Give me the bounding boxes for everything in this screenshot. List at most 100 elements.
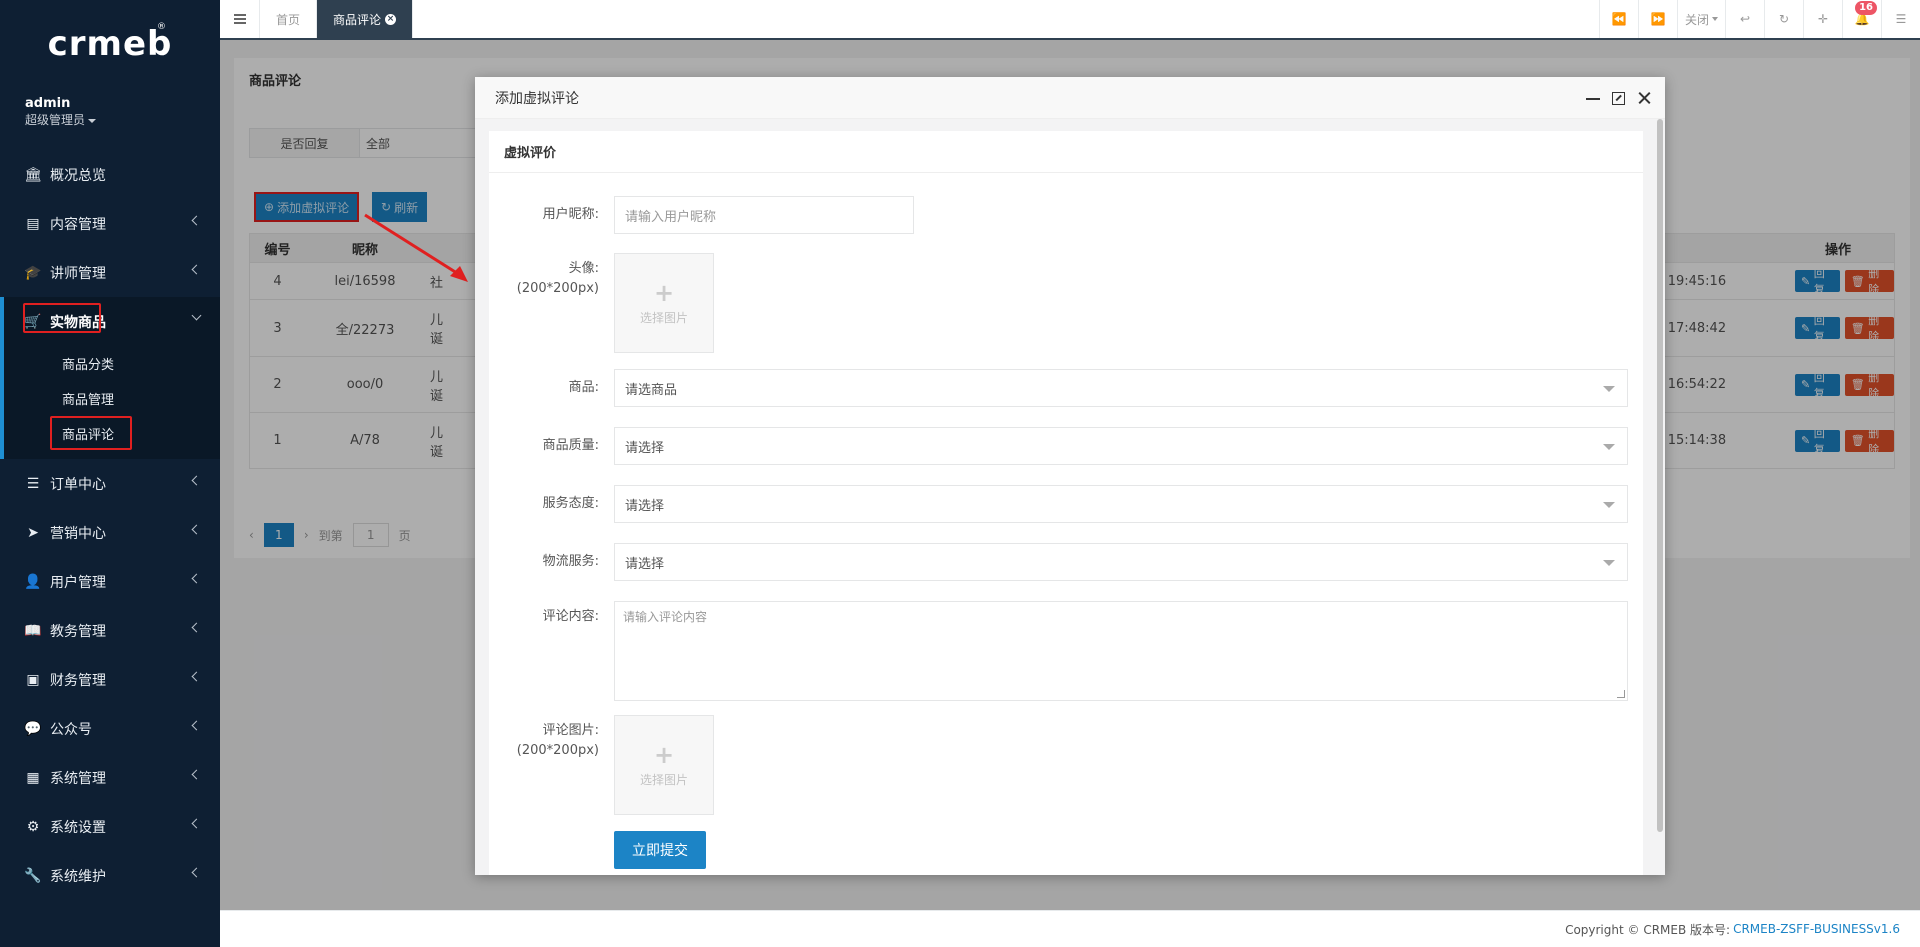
sidebar-item-label: 系统设置: [50, 819, 106, 836]
newspaper-icon: ▤: [26, 215, 40, 232]
sidebar-item-label: 订单中心: [50, 476, 106, 493]
chevron-left-icon: [191, 573, 202, 584]
sidebar-item-overview[interactable]: 🏛 概况总览: [0, 150, 220, 199]
notification-badge: 16: [1855, 1, 1877, 15]
undo-icon: ↩: [1739, 12, 1751, 26]
nickname-input[interactable]: 请输入用户昵称: [614, 196, 914, 234]
user-profile[interactable]: admin 超级管理员: [0, 88, 220, 150]
chevron-left-icon: [191, 524, 202, 535]
move-icon: ✛: [1817, 12, 1829, 26]
double-right-icon: ⏩: [1650, 12, 1666, 26]
product-label: 商品:: [568, 380, 599, 395]
refresh-page-button[interactable]: ↻: [1764, 0, 1803, 38]
modal-scrollbar[interactable]: [1655, 119, 1665, 875]
chevron-left-icon: [191, 720, 202, 731]
back-button[interactable]: ↩: [1725, 0, 1764, 38]
profile-role-label: 超级管理员: [25, 113, 86, 127]
menu-toggle-button[interactable]: [220, 0, 260, 38]
add-review-modal: 添加虚拟评论 虚拟评价 用户昵称: 请输入用户昵称 头像: (200*200px…: [475, 77, 1665, 875]
quality-label: 商品质量:: [542, 438, 599, 453]
sidebar-item-maintenance[interactable]: 🔧 系统维护: [0, 851, 220, 900]
version-link[interactable]: CRMEB-ZSFF-BUSINESSv1.6: [1733, 922, 1900, 936]
notifications-button[interactable]: 🔔 16: [1842, 0, 1881, 38]
minimize-icon[interactable]: [1586, 91, 1600, 105]
content-textarea[interactable]: 请输入评论内容: [614, 601, 1628, 701]
modal-scrollbar-thumb[interactable]: [1657, 119, 1663, 832]
copyright-text: Copyright © CRMEB 版本号:: [1565, 922, 1731, 937]
sidebar-sub-item-category[interactable]: 商品分类: [4, 346, 220, 381]
caret-down-icon: [1712, 17, 1718, 21]
sidebar-item-label: 用户管理: [50, 574, 106, 591]
product-select-value: 请选商品: [625, 382, 678, 398]
hamburger-icon: [233, 14, 246, 24]
logistics-select[interactable]: 请选择: [614, 543, 1628, 581]
review-images-upload[interactable]: + 选择图片: [614, 715, 714, 815]
sidebar-item-content[interactable]: ▤ 内容管理: [0, 199, 220, 248]
images-label-text: 评论图片:: [542, 723, 599, 738]
product-select[interactable]: 请选商品: [614, 369, 1628, 407]
dropdown-arrow-icon: [1603, 560, 1615, 566]
profile-role[interactable]: 超级管理员: [25, 112, 220, 128]
quality-select-value: 请选择: [625, 440, 665, 456]
fullscreen-button[interactable]: ✛: [1803, 0, 1842, 38]
close-tabs-dropdown[interactable]: 关闭: [1677, 0, 1725, 38]
book-icon: 📖: [24, 622, 42, 639]
dropdown-arrow-icon: [1603, 386, 1615, 392]
maximize-icon[interactable]: [1612, 91, 1625, 105]
sidebar-item-wechat[interactable]: 💬 公众号: [0, 704, 220, 753]
sidebar-sub-item-products[interactable]: 商品管理: [4, 381, 220, 416]
sidebar-item-finance[interactable]: ▣ 财务管理: [0, 655, 220, 704]
modal-title: 添加虚拟评论: [495, 90, 579, 107]
sidebar-item-system[interactable]: ▦ 系统管理: [0, 753, 220, 802]
sidebar-item-teachers[interactable]: 🎓 讲师管理: [0, 248, 220, 297]
sidebar-item-users[interactable]: 👤 用户管理: [0, 557, 220, 606]
close-tabs-label: 关闭: [1684, 12, 1709, 27]
chevron-left-icon: [191, 475, 202, 486]
scroll-tabs-left-button[interactable]: ⏪: [1599, 0, 1638, 38]
resize-grip-icon[interactable]: [1617, 690, 1625, 698]
logo-registered-mark: ®: [157, 22, 166, 32]
sidebar-item-label: 教务管理: [50, 623, 106, 640]
content-placeholder: 请输入评论内容: [623, 610, 708, 624]
topbar-actions: ⏪ ⏩ 关闭 ↩ ↻ ✛ 🔔 16 ☰: [1599, 0, 1920, 38]
tab-home[interactable]: 首页: [260, 0, 318, 38]
scroll-tabs-right-button[interactable]: ⏩: [1638, 0, 1677, 38]
modal-header: 添加虚拟评论: [475, 77, 1665, 119]
sidebar-item-settings[interactable]: ⚙ 系统设置: [0, 802, 220, 851]
settings-menu-button[interactable]: ☰: [1881, 0, 1920, 38]
submit-button[interactable]: 立即提交: [614, 831, 706, 869]
avatar-upload[interactable]: + 选择图片: [614, 253, 714, 353]
avatar-label-text: 头像:: [568, 261, 599, 276]
logo-text: crmeb: [47, 24, 173, 64]
sidebar-item-academic[interactable]: 📖 教务管理: [0, 606, 220, 655]
sidebar-item-label: 营销中心: [50, 525, 106, 542]
chevron-left-icon: [191, 867, 202, 878]
service-select[interactable]: 请选择: [614, 485, 1628, 523]
bank-icon: 🏛: [24, 166, 42, 183]
modal-controls: [1586, 77, 1651, 119]
sidebar-item-marketing[interactable]: ➤ 营销中心: [0, 508, 220, 557]
form-title: 虚拟评价: [489, 131, 1643, 173]
sidebar-item-label: 讲师管理: [50, 265, 106, 282]
sidebar-item-orders[interactable]: ☰ 订单中心: [0, 459, 220, 508]
close-tab-icon[interactable]: ×: [385, 13, 397, 25]
service-label: 服务态度:: [542, 496, 599, 511]
quality-select[interactable]: 请选择: [614, 427, 1628, 465]
sliders-icon: ☰: [1895, 12, 1907, 26]
sidebar-item-label: 公众号: [50, 721, 92, 738]
money-icon: ▣: [26, 671, 40, 688]
logo[interactable]: crmeb ®: [0, 0, 220, 88]
logistics-select-value: 请选择: [625, 556, 665, 572]
images-label: 评论图片: (200*200px): [489, 721, 599, 761]
caret-down-icon: [88, 118, 97, 123]
chevron-left-icon: [191, 671, 202, 682]
grid-icon: ▦: [26, 769, 40, 786]
avatar-label: 头像: (200*200px): [489, 259, 599, 299]
service-select-value: 请选择: [625, 498, 665, 514]
chevron-left-icon: [191, 769, 202, 780]
avatar-size-hint: (200*200px): [516, 281, 599, 296]
graduation-cap-icon: 🎓: [24, 264, 42, 281]
close-icon[interactable]: [1637, 91, 1651, 105]
sidebar-item-label: 内容管理: [50, 216, 106, 233]
tab-product-reviews[interactable]: 商品评论 ×: [317, 0, 414, 38]
